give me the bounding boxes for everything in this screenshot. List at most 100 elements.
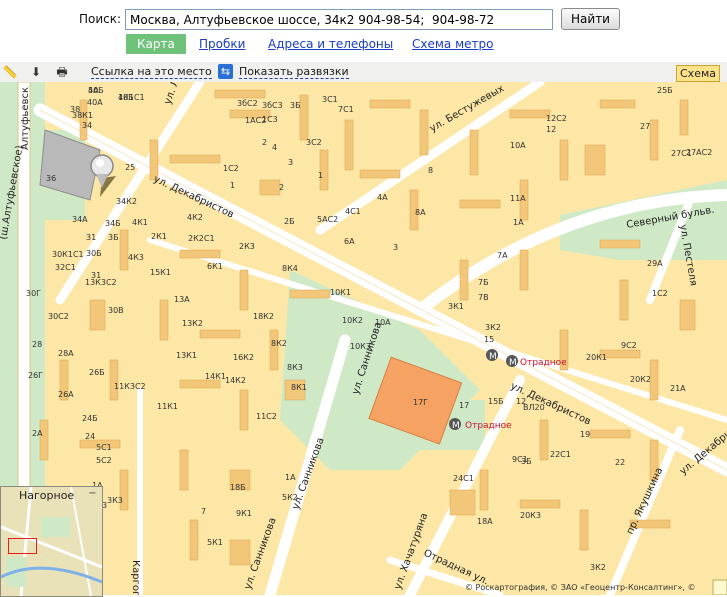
building-number: 25 — [125, 163, 135, 172]
building-number: 11С2 — [256, 412, 277, 421]
building-number: 18Б — [230, 483, 246, 492]
building-number: 24 — [85, 432, 95, 441]
building-number: 2 — [262, 138, 267, 147]
zoom-control — [712, 579, 727, 595]
building-number: 5С2 — [96, 456, 112, 465]
building-number: 1АС2 — [245, 116, 266, 125]
building-number: 17Г — [413, 398, 428, 407]
tab-metro-scheme[interactable]: Схема метро — [412, 35, 493, 54]
building-number: 2К1 — [151, 232, 167, 241]
pin-drop-icon[interactable]: ⬇ — [28, 64, 44, 80]
building-number: 4К3 — [128, 253, 144, 262]
svg-text:М: М — [489, 352, 497, 362]
building-number: 36 — [46, 174, 56, 183]
building-number: 20К2 — [630, 375, 651, 384]
building-number: 26Г — [28, 371, 43, 380]
interchange-icon[interactable]: ⇆ — [218, 64, 233, 79]
building-number: 4К1 — [132, 218, 148, 227]
building-number: 8К3 — [287, 363, 303, 372]
building-number: 15 — [484, 335, 494, 344]
overview-title: Нагорное — [19, 489, 75, 502]
building-number: 4К2 — [187, 213, 203, 222]
building-number: 34 — [82, 121, 92, 130]
building-number: 34Б — [105, 219, 121, 228]
svg-text:М: М — [452, 421, 460, 431]
search-bar: Поиск: Найти Карта Пробки Адреса и телеф… — [0, 0, 727, 62]
building-number: 1К1С1 — [118, 93, 145, 102]
building-number: 13К2 — [182, 319, 203, 328]
overview-viewport-frame[interactable] — [8, 538, 37, 554]
building-number: 3С1 — [322, 95, 338, 104]
link-to-place[interactable]: Ссылка на это место — [91, 65, 212, 79]
building-number: 40А — [87, 98, 103, 107]
building-number: 28А — [58, 349, 74, 358]
building-number: 22 — [615, 458, 625, 467]
building-number: 5А — [88, 86, 99, 95]
building-number: 34А — [72, 215, 88, 224]
building-number: 13К3С2 — [85, 278, 117, 287]
tab-map[interactable]: Карта — [126, 34, 186, 54]
building-number: 28 — [32, 340, 42, 349]
building-number: 6К1 — [207, 262, 223, 271]
building-number: 29А — [647, 259, 663, 268]
map-toolbar: 📏 ⬇ 🖶 Ссылка на это место Показать развя… — [0, 62, 727, 83]
building-number: 11А — [510, 194, 526, 203]
metro-label-1: Отрадное — [520, 358, 567, 368]
copyright: © Роскартография, © ЗАО «Геоцентр-Консал… — [465, 583, 696, 592]
building-number: 3 — [393, 243, 398, 252]
building-number: 30С2 — [48, 312, 69, 321]
building-number: 10К1 — [330, 288, 351, 297]
overview-map[interactable]: Нагорное − — [0, 486, 103, 597]
print-icon[interactable]: 🖶 — [54, 64, 70, 80]
building-number: 30К1С1 — [52, 250, 84, 259]
tab-addresses[interactable]: Адреса и телефоны — [268, 35, 393, 54]
building-number: 16К2 — [233, 353, 254, 362]
building-number: 3К2 — [590, 563, 606, 572]
building-number: 7 — [201, 507, 206, 516]
building-number: 3К1 — [448, 302, 464, 311]
building-number: 12С2 — [546, 114, 567, 123]
building-number: 32С1 — [55, 263, 76, 272]
building-number: 3Б — [108, 233, 119, 242]
scheme-button[interactable]: Схема — [676, 65, 720, 82]
building-number: 3Б — [521, 457, 532, 466]
building-number: 10К3 — [350, 342, 371, 351]
search-input[interactable] — [125, 9, 553, 30]
building-number: 14К2 — [225, 376, 246, 385]
building-number: 15К1 — [150, 268, 171, 277]
collapse-icon[interactable]: − — [87, 489, 98, 500]
show-interchanges-link[interactable]: Показать развязки — [239, 65, 349, 79]
street-kargopolskaya: Каргопо — [130, 560, 141, 595]
building-number: 3К3 — [107, 496, 123, 505]
building-number: 34К2 — [116, 197, 137, 206]
building-number: 5АС2 — [317, 215, 338, 224]
building-number: 10К2 — [342, 316, 363, 325]
building-number: 2 — [279, 183, 284, 192]
building-number: 38К1 — [72, 111, 93, 120]
building-number: 11К3С2 — [114, 382, 146, 391]
search-label: Поиск: — [79, 12, 122, 26]
building-number: 24Б — [82, 414, 98, 423]
building-number: 12 — [546, 125, 556, 134]
building-number: 7В — [478, 293, 489, 302]
building-number: 30Г — [26, 289, 41, 298]
building-number: 3К2 — [485, 323, 501, 332]
tab-traffic[interactable]: Пробки — [199, 35, 245, 54]
building-number: 27 — [640, 122, 650, 131]
building-number: 1С2 — [652, 289, 668, 298]
map-canvas[interactable]: М М М Отрадное Отрадное Алтуфьевск (ш.Ал… — [0, 82, 727, 595]
ruler-icon[interactable]: 📏 — [2, 64, 18, 80]
building-number: 7Б — [478, 278, 489, 287]
find-button[interactable]: Найти — [561, 8, 620, 30]
street-altufyevskoe: Алтуфьевск — [20, 87, 31, 150]
building-number: 2А — [32, 429, 43, 438]
building-number: 8А — [415, 208, 426, 217]
building-number: 19 — [580, 430, 590, 439]
building-number: 1 — [318, 171, 323, 180]
building-number: 17 — [459, 401, 469, 410]
building-number: 11К1 — [157, 402, 178, 411]
building-number: 4А — [377, 193, 388, 202]
building-number: 3 — [288, 158, 293, 167]
building-number: 6А — [344, 237, 355, 246]
building-number: 24С1 — [453, 474, 474, 483]
